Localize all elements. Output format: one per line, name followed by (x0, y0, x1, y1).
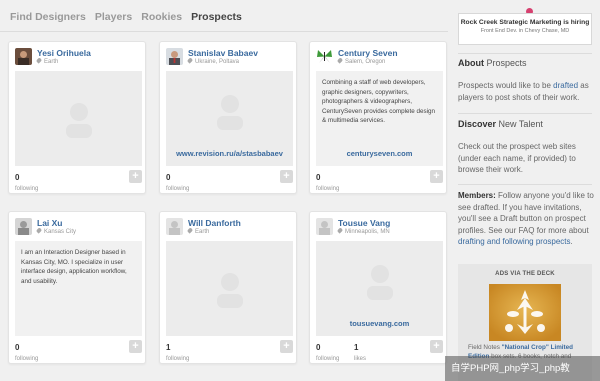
ad-image[interactable] (489, 284, 561, 341)
shot-description-panel[interactable]: I am an Interaction Designer based in Ka… (15, 241, 142, 336)
prospect-card: Tousue Vang Minneapolis, MN tousuevang.c… (309, 211, 447, 364)
ads-header: ADS VIA THE DECK (495, 271, 555, 277)
discover-heading: Discover New Talent (458, 119, 543, 129)
job-promo-title[interactable]: Rock Creek Strategic Marketing is hiring (459, 19, 591, 27)
prospect-website-link[interactable]: www.revision.ru/a/stasbabaev (166, 149, 293, 158)
drafting-following-link[interactable]: drafting and following prospects (458, 237, 571, 246)
prospect-location: Earth (35, 57, 58, 65)
follow-button[interactable]: + (430, 340, 443, 353)
nav-prospects[interactable]: Prospects (191, 11, 242, 23)
avatar[interactable] (316, 218, 333, 235)
placeholder-person-icon (366, 264, 393, 300)
shot-placeholder[interactable]: www.revision.ru/a/stasbabaev (166, 71, 293, 166)
location-pin-icon (336, 227, 344, 234)
prospect-name[interactable]: Century Seven (338, 48, 398, 58)
shot-description-panel[interactable]: Combining a staff of web developers, gra… (316, 71, 443, 166)
avatar[interactable] (166, 48, 183, 65)
prospect-card: Lai Xu Kansas City I am an Interaction D… (8, 211, 146, 364)
drafted-link[interactable]: drafted (553, 81, 578, 90)
placeholder-person-icon (65, 102, 92, 138)
following-count: 1 following (166, 343, 190, 362)
following-count: 0 following (316, 173, 340, 192)
prospect-card: Yesi Orihuela Earth 0 following + (8, 41, 146, 194)
prospect-description: Combining a staff of web developers, gra… (322, 79, 436, 125)
sidebar-divider (458, 53, 592, 54)
avatar[interactable] (15, 218, 32, 235)
location-pin-icon (35, 227, 43, 234)
following-count: 0 following (316, 343, 340, 362)
placeholder-person-icon (216, 272, 243, 308)
avatar[interactable] (166, 218, 183, 235)
about-text: Prospects would like to be drafted as pl… (458, 81, 589, 102)
following-count: 0 following (15, 173, 39, 192)
shot-placeholder[interactable]: tousuevang.com (316, 241, 443, 336)
prospect-card: Will Danforth Earth 1 following + (159, 211, 297, 364)
nav-find-designers[interactable]: Find Designers (10, 11, 86, 23)
prospect-card: Century Seven Salem, Oregon Combining a … (309, 41, 447, 194)
likes-count: 1 likes (354, 343, 367, 362)
location-pin-icon (336, 57, 344, 64)
location-pin-icon (186, 57, 194, 64)
following-count: 0 following (15, 343, 39, 362)
sidebar-divider (458, 184, 592, 185)
watermark: 自学PHP网_php学习_php教 (445, 356, 600, 381)
prospect-location: Earth (186, 227, 209, 235)
following-count: 0 following (166, 173, 190, 192)
shot-placeholder[interactable] (166, 241, 293, 336)
prospect-name[interactable]: Tousue Vang (338, 218, 390, 228)
members-text: Members: Follow anyone you'd like to see… (458, 191, 594, 246)
nav-divider (0, 31, 448, 32)
prospect-name[interactable]: Yesi Orihuela (37, 48, 91, 58)
prospect-website-link[interactable]: tousuevang.com (316, 319, 443, 328)
shot-placeholder[interactable] (15, 71, 142, 166)
sidebar-divider (458, 113, 592, 114)
follow-button[interactable]: + (129, 170, 142, 183)
prospect-name[interactable]: Lai Xu (37, 218, 63, 228)
nav-rookies[interactable]: Rookies (141, 11, 182, 23)
job-promo-subtitle: Front End Dev. in Chevy Chase, MD (480, 28, 570, 34)
nav-players[interactable]: Players (95, 11, 132, 23)
prospect-name[interactable]: Will Danforth (188, 218, 241, 228)
follow-button[interactable]: + (280, 170, 293, 183)
location-pin-icon (186, 227, 194, 234)
prospect-location: Salem, Oregon (336, 57, 385, 65)
prospect-location: Kansas City (35, 227, 76, 235)
job-promo[interactable]: Rock Creek Strategic Marketing is hiring… (458, 13, 592, 45)
prospect-location: Ukraine, Poltava (186, 57, 239, 65)
prospect-description: I am an Interaction Designer based in Ka… (21, 249, 127, 285)
prospect-name[interactable]: Stanislav Babaev (188, 48, 258, 58)
follow-button[interactable]: + (129, 340, 142, 353)
avatar[interactable] (316, 48, 333, 65)
location-pin-icon (35, 57, 43, 64)
follow-button[interactable]: + (430, 170, 443, 183)
prospect-website-link[interactable]: centuryseven.com (316, 149, 443, 158)
prospect-card: Stanislav Babaev Ukraine, Poltava www.re… (159, 41, 297, 194)
prospect-location: Minneapolis, MN (336, 227, 390, 235)
follow-button[interactable]: + (280, 340, 293, 353)
discover-text: Check out the prospect web sites (under … (458, 142, 576, 174)
about-heading: About Prospects (458, 58, 527, 68)
top-nav: Find Designers Players Rookies Prospects (10, 11, 242, 23)
placeholder-person-icon (216, 94, 243, 130)
avatar[interactable] (15, 48, 32, 65)
